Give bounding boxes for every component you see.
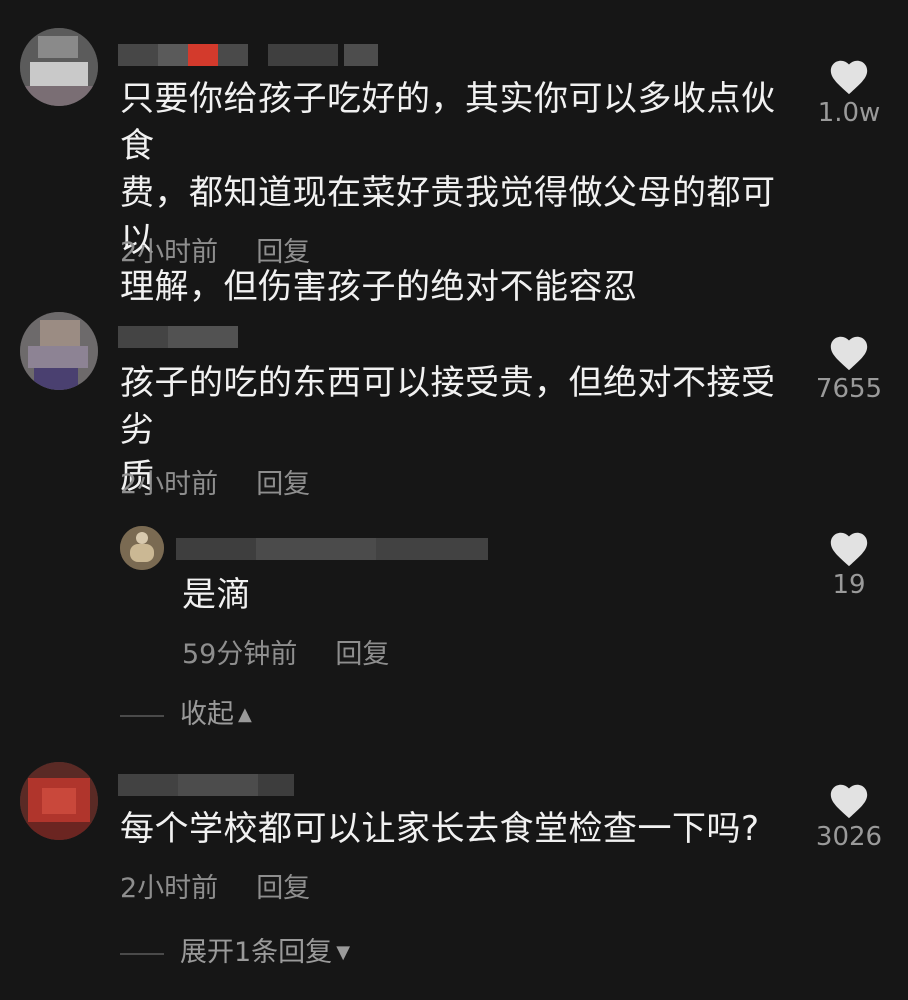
expand-replies-button[interactable]: 展开1条回复 ▼ xyxy=(120,930,350,969)
like-count: 1.0w xyxy=(817,98,881,128)
reply-button[interactable]: 回复 xyxy=(256,873,310,904)
heart-icon xyxy=(830,336,868,371)
heart-icon xyxy=(830,532,868,567)
comment-meta: 2小时前 回复 xyxy=(120,866,310,905)
heart-icon xyxy=(830,784,868,819)
divider-line xyxy=(120,714,164,717)
comment-item: 每个学校都可以让家长去食堂检查一下吗? 2小时前 回复 3026 展开1条回复 ▼ xyxy=(0,756,908,986)
comment-item: 只要你给孩子吃好的，其实你可以多收点伙食 费，都知道现在菜好贵我觉得做父母的都可… xyxy=(0,0,908,307)
divider-line xyxy=(120,952,164,955)
comment-meta: 2小时前 回复 xyxy=(120,462,310,501)
reply-item: 是滴 59分钟前 回复 19 xyxy=(0,520,908,670)
comment-text: 只要你给孩子吃好的，其实你可以多收点伙食 费，都知道现在菜好贵我觉得做父母的都可… xyxy=(120,76,800,311)
avatar[interactable] xyxy=(20,28,98,106)
username-redacted[interactable] xyxy=(118,326,238,348)
avatar[interactable] xyxy=(20,762,98,840)
like-count: 19 xyxy=(832,570,866,600)
reply-button[interactable]: 回复 xyxy=(335,639,389,670)
comment-text-line: 只要你给孩子吃好的，其实你可以多收点伙食 xyxy=(120,79,776,166)
reply-time: 59分钟前 xyxy=(182,639,298,670)
caret-down-icon: ▼ xyxy=(336,942,351,963)
like-count: 3026 xyxy=(815,822,883,852)
avatar[interactable] xyxy=(120,526,164,570)
heart-icon xyxy=(830,60,868,95)
like-count: 7655 xyxy=(815,374,883,404)
username-redacted[interactable] xyxy=(176,538,488,560)
username-redacted[interactable] xyxy=(118,44,378,66)
username-redacted[interactable] xyxy=(118,774,294,796)
comment-text-line: 孩子的吃的东西可以接受贵，但绝对不接受劣 xyxy=(120,363,776,450)
reply-meta: 59分钟前 回复 xyxy=(182,632,389,671)
expand-label: 展开1条回复 xyxy=(180,937,333,968)
comment-time: 2小时前 xyxy=(120,873,219,904)
like-button[interactable]: 1.0w xyxy=(806,56,892,128)
like-button[interactable]: 7655 xyxy=(806,332,892,404)
avatar[interactable] xyxy=(20,312,98,390)
comment-item: 孩子的吃的东西可以接受贵，但绝对不接受劣 质 2小时前 回复 7655 是滴 59… xyxy=(0,300,908,730)
reply-button[interactable]: 回复 xyxy=(256,237,310,268)
comment-time: 2小时前 xyxy=(120,469,219,500)
comment-time: 2小时前 xyxy=(120,237,219,268)
collapse-replies-button[interactable]: 收起 ▲ xyxy=(120,692,252,731)
collapse-label: 收起 xyxy=(180,699,234,730)
comment-text: 每个学校都可以让家长去食堂检查一下吗? xyxy=(120,809,760,849)
like-button[interactable]: 19 xyxy=(806,528,892,600)
reply-button[interactable]: 回复 xyxy=(256,469,310,500)
reply-text: 是滴 xyxy=(182,575,251,615)
comment-meta: 2小时前 回复 xyxy=(120,230,310,269)
caret-up-icon: ▲ xyxy=(238,704,252,725)
like-button[interactable]: 3026 xyxy=(806,780,892,852)
